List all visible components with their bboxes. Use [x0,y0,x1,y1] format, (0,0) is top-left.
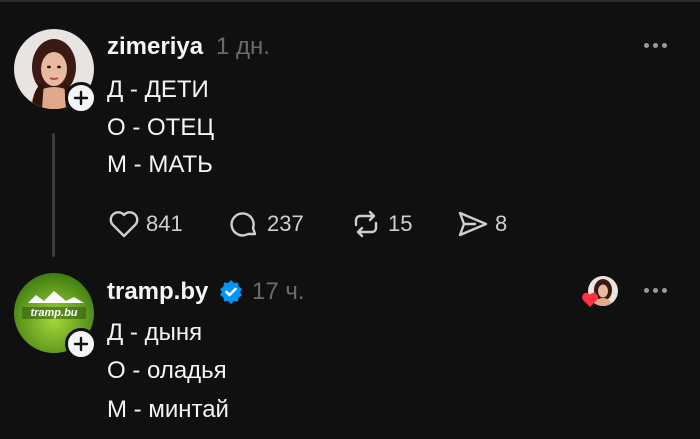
send-icon [458,211,488,237]
like-count: 841 [146,211,183,236]
username[interactable]: zimeriya [107,33,203,61]
post-text-line: О - ОТЕЦ [107,114,215,141]
dot [644,288,649,293]
thread-line [52,133,55,257]
share-count: 8 [495,211,508,236]
post-text-line: М - МАТЬ [107,151,213,178]
dot [653,288,658,293]
post-text-line: Д - ДЕТИ [107,76,209,103]
dot [662,288,667,293]
post-time: 17 ч. [252,278,305,305]
heart-icon [109,211,139,238]
dot [653,43,658,48]
dot [644,43,649,48]
post-text-line: О - оладья [107,357,227,384]
plus-icon [73,90,89,106]
more-options-button[interactable] [644,288,667,293]
follow-plus-button[interactable] [65,328,97,360]
verified-badge-icon [220,280,242,304]
comment-icon [230,212,257,237]
repost-count: 15 [388,211,413,236]
dot [662,43,667,48]
repost-button[interactable]: 15 [350,209,412,239]
plus-icon [73,336,89,352]
more-options-button[interactable] [644,43,667,48]
username[interactable]: tramp.by [107,278,208,306]
post-text-line: М - минтай [107,396,229,423]
comment-button[interactable]: 237 [229,209,304,239]
heart-icon [582,292,598,307]
like-button[interactable]: 841 [108,209,183,239]
post-time: 1 дн. [216,33,270,60]
comment-count: 237 [267,211,304,236]
repost-icon [354,210,378,238]
top-divider [0,0,700,2]
avatar-logo-text: tramp.bu [30,307,78,319]
follow-plus-button[interactable] [65,82,97,114]
share-button[interactable]: 8 [457,209,507,239]
post-text-line: Д - дыня [107,319,203,346]
